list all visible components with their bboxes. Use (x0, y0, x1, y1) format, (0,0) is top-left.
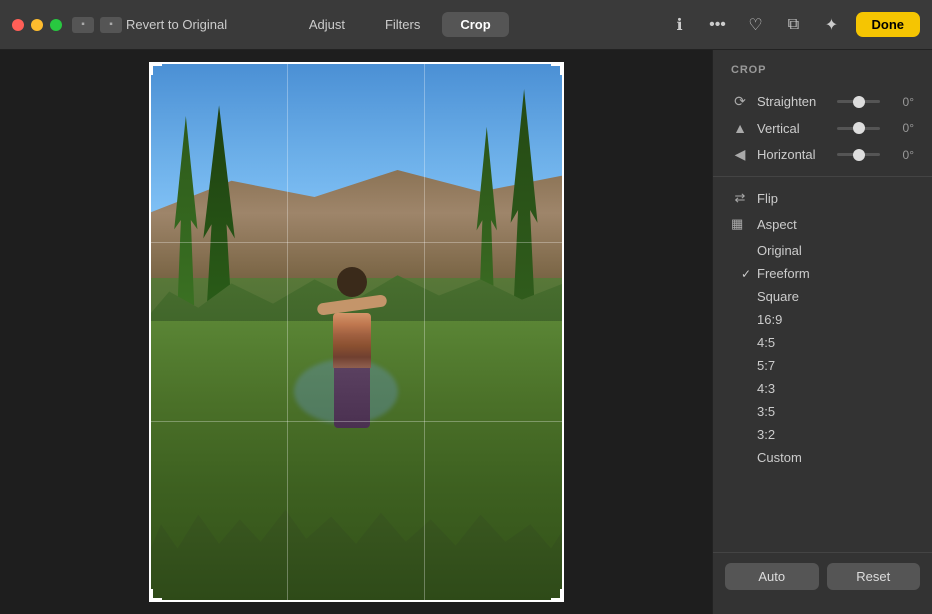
divider-1 (713, 176, 932, 177)
revert-button[interactable]: Revert to Original (126, 17, 227, 32)
horizontal-label: Horizontal (757, 147, 829, 162)
straighten-row: ⟳ Straighten 0° (713, 88, 932, 115)
aspect-item-4-3[interactable]: 4:3 (713, 377, 932, 400)
aspect-header: ▦ Aspect (713, 211, 932, 237)
aspect-label: Aspect (757, 217, 797, 232)
nav-tabs: Adjust Filters Crop (291, 12, 509, 37)
horizontal-slider[interactable] (837, 153, 880, 156)
auto-button[interactable]: Auto (725, 563, 819, 590)
traffic-lights (12, 19, 62, 31)
tab-filters[interactable]: Filters (367, 12, 438, 37)
aspect-item-3-5[interactable]: 3:5 (713, 400, 932, 423)
aspect-item-freeform[interactable]: Freeform (713, 262, 932, 285)
vertical-row: ▲ Vertical 0° (713, 115, 932, 141)
aspect-item-4-5[interactable]: 4:5 (713, 331, 932, 354)
view-toggle-1[interactable]: ▪ (72, 17, 94, 33)
vertical-slider[interactable] (837, 127, 880, 130)
titlebar: ▪ ▪ Revert to Original Adjust Filters Cr… (0, 0, 932, 50)
aspect-item-16-9[interactable]: 16:9 (713, 308, 932, 331)
straighten-value: 0° (888, 95, 914, 109)
titlebar-right: ℹ ••• ♡ ⧉ ✦ Done (666, 11, 921, 39)
done-button[interactable]: Done (856, 12, 921, 37)
horizontal-icon: ◀ (731, 146, 749, 163)
panel-footer: Auto Reset (713, 552, 932, 600)
magic-button[interactable]: ✦ (818, 11, 846, 39)
aspect-item-custom[interactable]: Custom (713, 446, 932, 469)
aspect-list: Original Freeform Square 16:9 4:5 5:7 4:… (713, 237, 932, 471)
heart-button[interactable]: ♡ (742, 11, 770, 39)
minimize-button[interactable] (31, 19, 43, 31)
panel-title: CROP (713, 64, 932, 88)
straighten-slider[interactable] (837, 100, 880, 103)
photo-container[interactable] (149, 62, 564, 602)
flip-item[interactable]: ⇄ Flip (713, 185, 932, 211)
reset-button[interactable]: Reset (827, 563, 921, 590)
right-panel: CROP ⟳ Straighten 0° ▲ Vertical 0° ◀ Hor… (712, 50, 932, 614)
view-toggle-2[interactable]: ▪ (100, 17, 122, 33)
vertical-label: Vertical (757, 121, 829, 136)
flip-icon: ⇄ (731, 190, 749, 206)
copy-button[interactable]: ⧉ (780, 11, 808, 39)
more-button[interactable]: ••• (704, 11, 732, 39)
flip-label: Flip (757, 191, 778, 206)
maximize-button[interactable] (50, 19, 62, 31)
straighten-label: Straighten (757, 94, 829, 109)
aspect-item-5-7[interactable]: 5:7 (713, 354, 932, 377)
aspect-item-original[interactable]: Original (713, 239, 932, 262)
close-button[interactable] (12, 19, 24, 31)
straighten-icon: ⟳ (731, 93, 749, 110)
photo-image (149, 62, 564, 602)
horizontal-value: 0° (888, 148, 914, 162)
tab-adjust[interactable]: Adjust (291, 12, 363, 37)
aspect-item-3-2[interactable]: 3:2 (713, 423, 932, 446)
window-controls: ▪ ▪ (72, 17, 122, 33)
horizontal-row: ◀ Horizontal 0° (713, 141, 932, 168)
main-content: CROP ⟳ Straighten 0° ▲ Vertical 0° ◀ Hor… (0, 50, 932, 614)
vertical-value: 0° (888, 121, 914, 135)
tab-crop[interactable]: Crop (442, 12, 508, 37)
photo-area (0, 50, 712, 614)
info-button[interactable]: ℹ (666, 11, 694, 39)
aspect-icon: ▦ (731, 216, 749, 232)
aspect-item-square[interactable]: Square (713, 285, 932, 308)
vertical-icon: ▲ (731, 120, 749, 136)
